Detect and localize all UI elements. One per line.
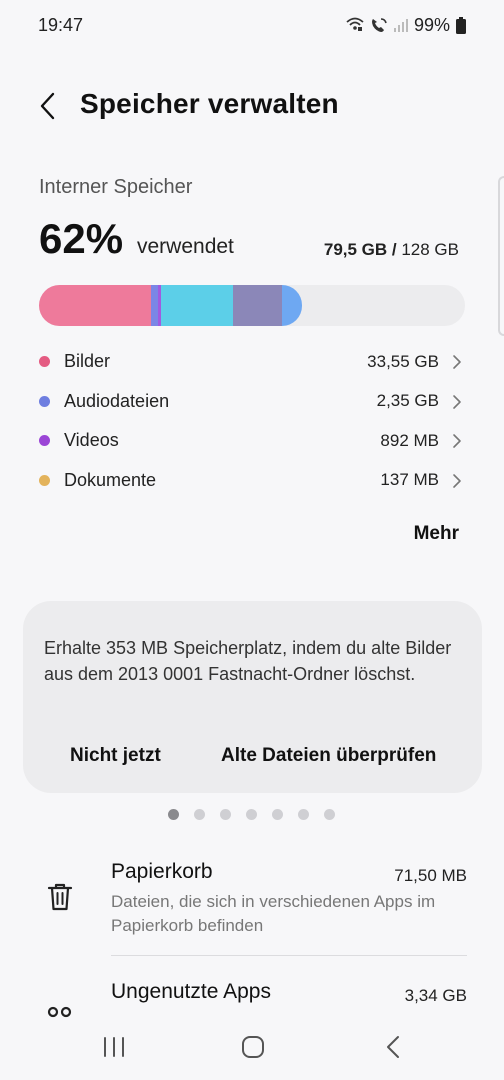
page-dot[interactable] <box>194 809 205 820</box>
suggestion-card: Erhalte 353 MB Speicherplatz, indem du a… <box>23 601 482 793</box>
unused-apps-item[interactable]: Ungenutzte Apps 3,34 GB <box>0 970 504 1018</box>
category-row[interactable]: Bilder 33,55 GB <box>39 342 465 382</box>
trash-title: Papierkorb <box>111 860 213 883</box>
app-header: Speicher verwalten <box>0 80 504 130</box>
wifi-calling-icon <box>346 17 364 31</box>
category-label: Audiodateien <box>64 390 170 411</box>
home-button[interactable] <box>241 1035 265 1064</box>
usage-summary: 62% verwendet 79,5 GB / 128 GB <box>39 215 465 275</box>
used-amount: 79,5 GB <box>323 240 388 259</box>
home-icon <box>242 1036 264 1058</box>
chevron-right-icon <box>453 394 461 409</box>
chevron-right-icon <box>453 355 461 369</box>
unused-apps-size: 3,34 GB <box>404 986 467 1005</box>
battery-percent: 99% <box>413 14 450 35</box>
apps-icon <box>47 1006 73 1018</box>
category-color-dot <box>39 474 50 486</box>
page-dot[interactable] <box>220 809 231 820</box>
category-size: 892 MB <box>380 430 439 450</box>
storage-bar-segment <box>39 285 151 326</box>
trash-icon <box>47 882 73 917</box>
battery-icon <box>456 16 466 34</box>
trash-item[interactable]: Papierkorb 71,50 MB Dateien, die sich in… <box>0 850 504 955</box>
review-old-files-button[interactable]: Alte Dateien überprüfen <box>221 745 436 767</box>
chevron-right-icon <box>453 434 461 448</box>
trash-description: Dateien, die sich in verschiedenen Apps … <box>111 892 436 935</box>
status-time: 19:47 <box>38 14 84 35</box>
back-icon <box>387 1036 399 1058</box>
back-chevron-icon <box>40 92 55 120</box>
page-indicator <box>168 809 335 820</box>
suggestion-text: Erhalte 353 MB Speicherplatz, indem du a… <box>44 638 452 684</box>
usage-label: verwendet <box>137 235 234 258</box>
storage-bar-segment <box>281 285 303 326</box>
signal-icon <box>393 19 408 32</box>
category-row[interactable]: Audiodateien 2,35 GB <box>39 382 465 422</box>
storage-bar-segment <box>161 285 233 326</box>
category-color-dot <box>39 435 50 447</box>
storage-bar-segment <box>232 285 282 326</box>
category-size: 137 MB <box>380 470 439 490</box>
page-dot[interactable] <box>298 809 309 820</box>
category-row[interactable]: Dokumente 137 MB <box>39 461 465 501</box>
category-label: Dokumente <box>64 469 157 490</box>
wifi-call-icon <box>371 18 387 32</box>
back-button[interactable] <box>30 88 66 124</box>
more-button[interactable]: Mehr <box>414 523 459 545</box>
page-dot[interactable] <box>246 809 257 820</box>
amount-separator: / <box>387 240 402 259</box>
status-bar: 19:47 99% <box>0 0 504 50</box>
list-divider <box>111 955 467 956</box>
trash-size: 71,50 MB <box>394 866 467 885</box>
nav-back-button[interactable] <box>382 1035 406 1064</box>
category-label: Videos <box>64 430 119 451</box>
page-dot[interactable] <box>324 809 335 820</box>
unused-apps-title: Ungenutzte Apps <box>111 980 271 1003</box>
category-size: 2,35 GB <box>376 391 439 411</box>
recent-apps-button[interactable] <box>102 1035 126 1064</box>
page-dot[interactable] <box>272 809 283 820</box>
category-label: Bilder <box>64 351 111 372</box>
category-color-dot <box>39 395 50 407</box>
category-size: 33,55 GB <box>367 351 439 371</box>
total-amount: 128 GB <box>401 240 459 259</box>
recent-apps-icon <box>104 1037 124 1057</box>
category-color-dot <box>39 356 50 368</box>
scrollbar[interactable] <box>498 176 504 336</box>
storage-bar-segment <box>150 285 159 326</box>
category-row[interactable]: Videos 892 MB <box>39 421 465 461</box>
page-title: Speicher verwalten <box>80 88 339 119</box>
chevron-right-icon <box>453 473 461 488</box>
storage-usage-bar <box>39 285 465 326</box>
page-dot[interactable] <box>168 809 179 820</box>
section-label-internal-storage: Interner Speicher <box>39 176 193 198</box>
usage-amount: 79,5 GB / 128 GB <box>324 240 459 260</box>
status-icons: 99% <box>346 15 466 36</box>
navigation-bar <box>0 1018 504 1080</box>
usage-percent: 62% <box>39 215 124 262</box>
not-now-button[interactable]: Nicht jetzt <box>70 745 161 767</box>
category-list: Bilder 33,55 GB Audiodateien 2,35 GB Videos 8… <box>39 342 465 500</box>
